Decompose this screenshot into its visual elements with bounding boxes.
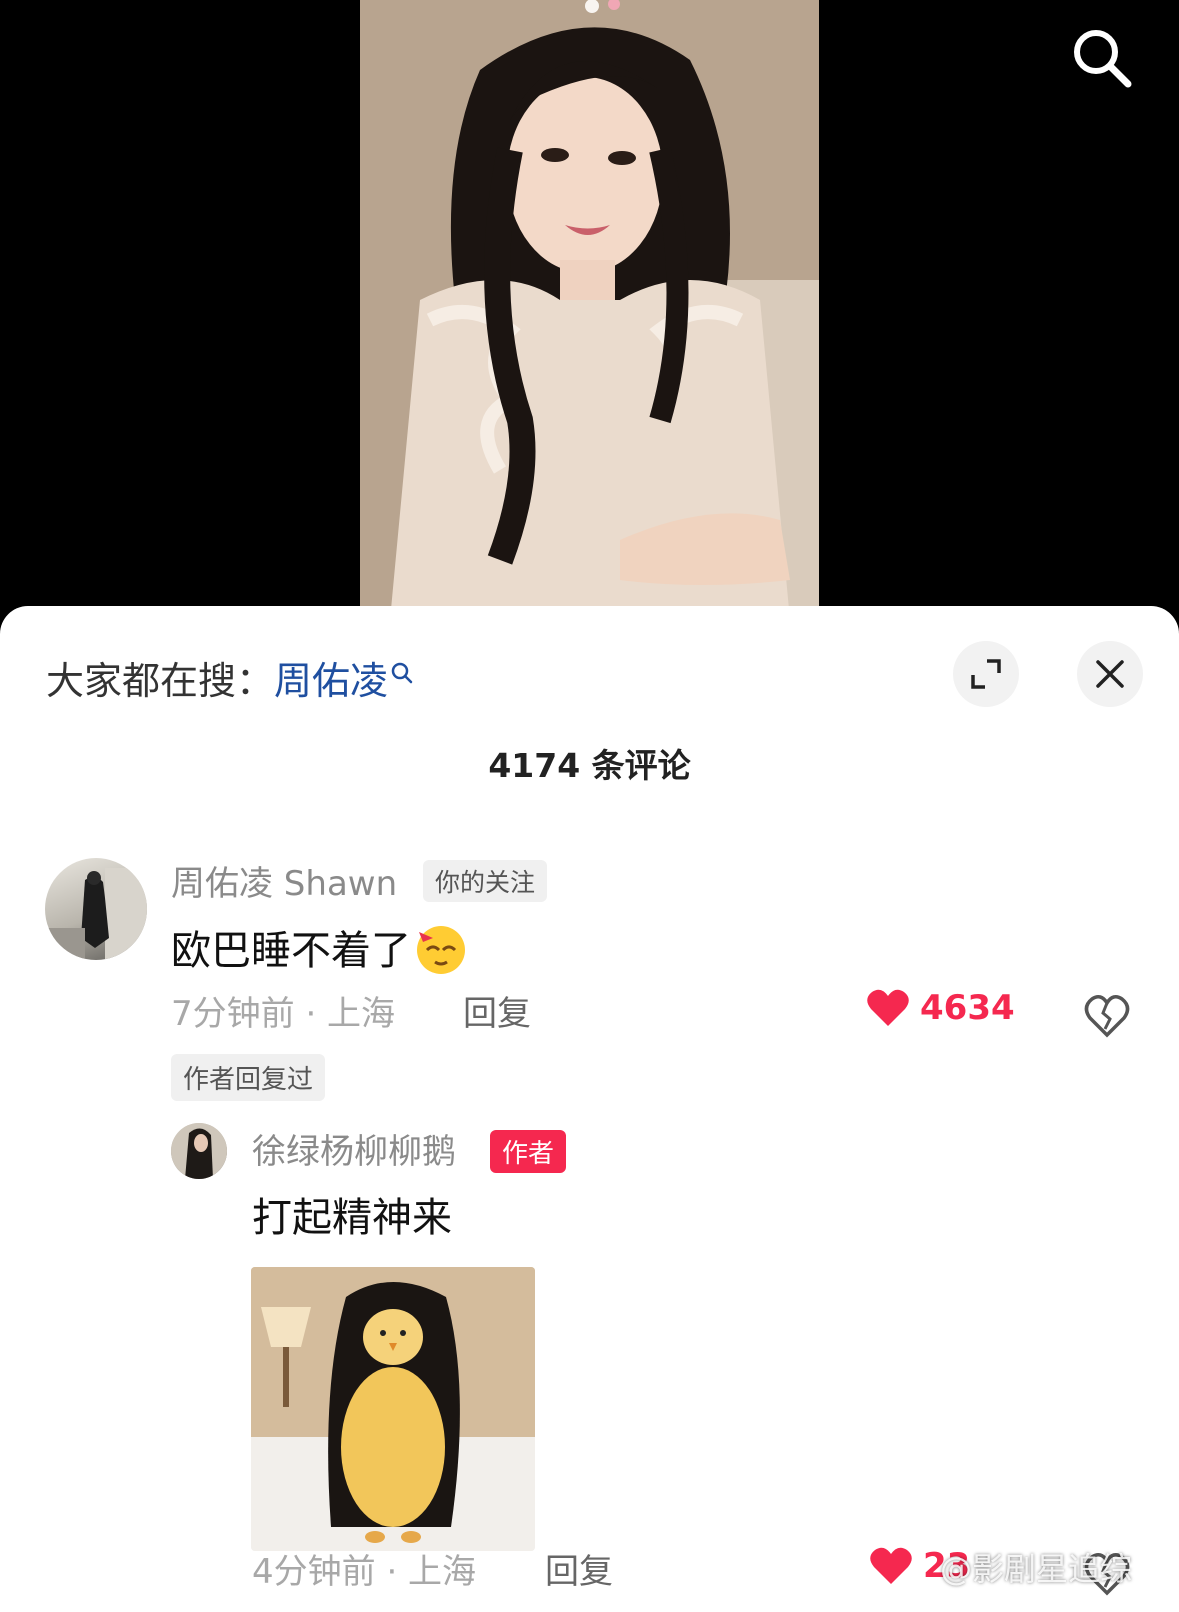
reply-avatar[interactable]: [171, 1123, 227, 1179]
heart-icon: [867, 989, 909, 1026]
long-haired-chick-sticker[interactable]: [251, 1267, 535, 1551]
avatar[interactable]: [45, 858, 147, 960]
broken-heart-icon: [1084, 995, 1130, 1038]
author-tag: 作者: [490, 1130, 567, 1173]
close-button[interactable]: [1077, 641, 1143, 707]
hot-search-bar[interactable]: 大家都在搜：周佑凌: [46, 650, 414, 705]
hot-search-prefix: 大家都在搜：: [46, 659, 275, 703]
dislike-button[interactable]: [1084, 994, 1130, 1040]
avatar-image: [45, 868, 147, 960]
watermark: @影剧星追综: [940, 1550, 1133, 1588]
comment-time-location: 7分钟前 · 上海: [171, 994, 396, 1034]
avatar-image: [171, 1123, 227, 1179]
like-button[interactable]: 4634: [866, 988, 1015, 1028]
following-tag: 你的关注: [423, 860, 548, 902]
sleepy-face-emoji-icon: [413, 920, 469, 986]
reply-button[interactable]: 回复: [545, 1544, 613, 1593]
heart-icon: [870, 1547, 912, 1584]
expand-icon: [971, 659, 1001, 689]
video-player[interactable]: [0, 0, 1179, 620]
reply-text: 打起精神来: [252, 1195, 452, 1241]
comment-username[interactable]: 周佑凌 Shawn: [171, 856, 397, 905]
search-button[interactable]: [1066, 22, 1136, 92]
comment-text: 欧巴睡不着了: [171, 918, 469, 986]
search-icon: [1074, 30, 1132, 88]
author-replied-tag: 作者回复过: [171, 1054, 326, 1101]
video-thumbnail: [360, 0, 819, 620]
expand-button[interactable]: [953, 641, 1019, 707]
comment-text-content: 欧巴睡不着了: [171, 928, 411, 974]
reply-time-location: 4分钟前 · 上海: [252, 1552, 477, 1592]
like-count: 4634: [920, 988, 1015, 1028]
close-icon: [1096, 660, 1124, 688]
video-frame[interactable]: [360, 0, 819, 620]
comment-panel: 大家都在搜：周佑凌 4174 条评论 周佑凌 Shawn 你的关注 欧巴睡不着了…: [0, 606, 1179, 1612]
hot-search-keyword[interactable]: 周佑凌: [274, 659, 388, 703]
sticker-image: [251, 1267, 535, 1551]
reply-button[interactable]: 回复: [463, 986, 531, 1035]
reply-username[interactable]: 徐绿杨柳柳鹅: [252, 1124, 456, 1173]
small-search-icon: [390, 650, 414, 694]
comment-count: 4174 条评论: [488, 746, 691, 785]
